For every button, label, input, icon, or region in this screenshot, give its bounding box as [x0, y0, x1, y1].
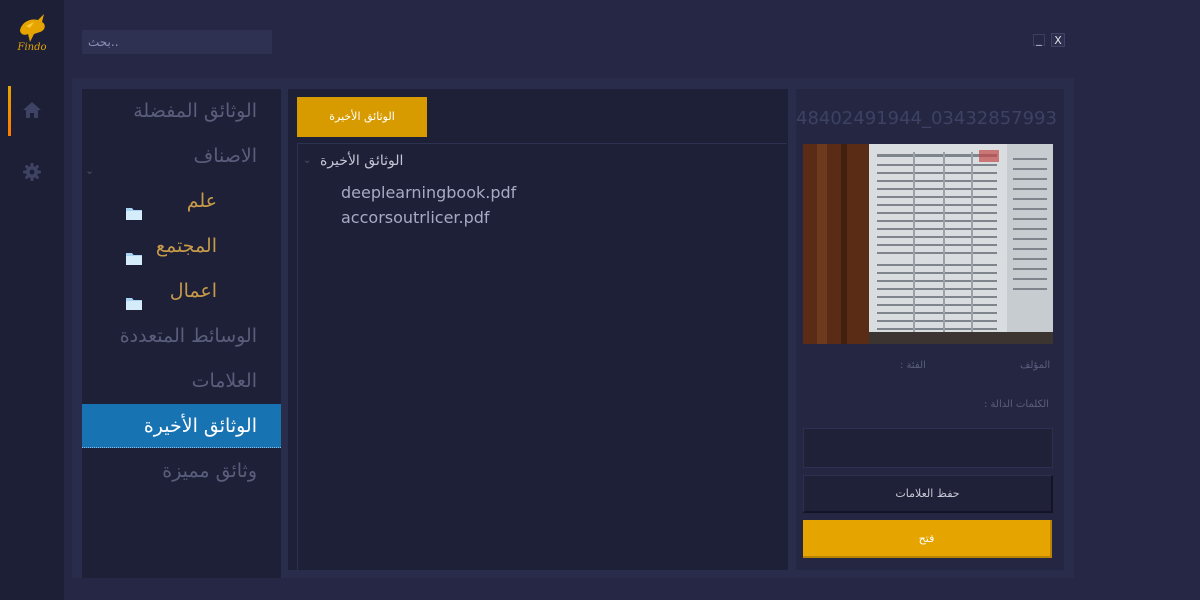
nav-item-label: علم	[186, 190, 217, 212]
tab-recent-documents[interactable]: الوثائق الأخيرة	[297, 97, 427, 137]
tree-file-item[interactable]: deeplearningbook.pdf	[341, 181, 516, 205]
nav-item-science[interactable]: علم	[82, 179, 281, 223]
nav-panel: الوثائق المفضلة الاصناف ⌄ علم المجتمع اع…	[82, 89, 281, 578]
nav-item-label: العلامات	[191, 370, 257, 392]
divider	[297, 143, 787, 144]
nav-item-recent[interactable]: الوثائق الأخيرة	[82, 404, 281, 448]
tree-file-item[interactable]: accorsoutrlicer.pdf	[341, 206, 490, 230]
rail-home-button[interactable]	[8, 86, 56, 136]
author-label: المؤلف	[1020, 360, 1051, 371]
nav-item-favorites[interactable]: الوثائق المفضلة	[82, 89, 281, 133]
gear-icon	[22, 162, 42, 182]
active-indicator	[8, 86, 11, 136]
tree-root-recent[interactable]: الوثائق الأخيرة	[320, 150, 403, 172]
nav-item-label: الوثائق الأخيرة	[143, 415, 257, 437]
folder-icon	[126, 282, 142, 310]
search-input[interactable]	[82, 30, 272, 54]
nav-item-featured[interactable]: وثائق مميزة	[82, 449, 281, 493]
folder-icon	[126, 237, 142, 265]
document-title: 03432857993_48402491944	[796, 108, 1057, 129]
chevron-down-icon[interactable]: ⌄	[303, 155, 311, 166]
folder-icon	[126, 192, 142, 220]
document-preview-image	[803, 144, 1053, 344]
nav-item-society[interactable]: المجتمع	[82, 224, 281, 268]
nav-item-label: اعمال	[169, 280, 217, 302]
tree-guide-line	[297, 143, 298, 570]
home-icon	[22, 100, 42, 120]
rail-settings-button[interactable]	[8, 148, 56, 196]
nav-item-label: المجتمع	[155, 235, 217, 257]
open-button[interactable]: فتح	[803, 520, 1052, 558]
nav-item-label: الاصناف	[193, 145, 257, 167]
nav-item-categories[interactable]: الاصناف ⌄	[82, 134, 281, 178]
save-tags-button[interactable]: حفظ العلامات	[803, 475, 1053, 513]
close-button[interactable]: X	[1051, 33, 1065, 47]
nav-item-label: الوثائق المفضلة	[133, 100, 257, 122]
nav-item-label: وثائق مميزة	[162, 460, 257, 482]
category-label: الفئة :	[900, 360, 926, 371]
keywords-field[interactable]	[803, 428, 1053, 468]
nav-item-tags[interactable]: العلامات	[82, 359, 281, 403]
side-rail: Findo	[0, 0, 64, 600]
nav-item-business[interactable]: اعمال	[82, 269, 281, 313]
minimize-button[interactable]: _	[1033, 34, 1045, 46]
keywords-label: الكلمات الدالة :	[984, 399, 1049, 410]
nav-item-label: الوسائط المتعددة	[119, 325, 257, 347]
logo-text: Findo	[17, 42, 47, 53]
nav-item-multimedia[interactable]: الوسائط المتعددة	[82, 314, 281, 358]
